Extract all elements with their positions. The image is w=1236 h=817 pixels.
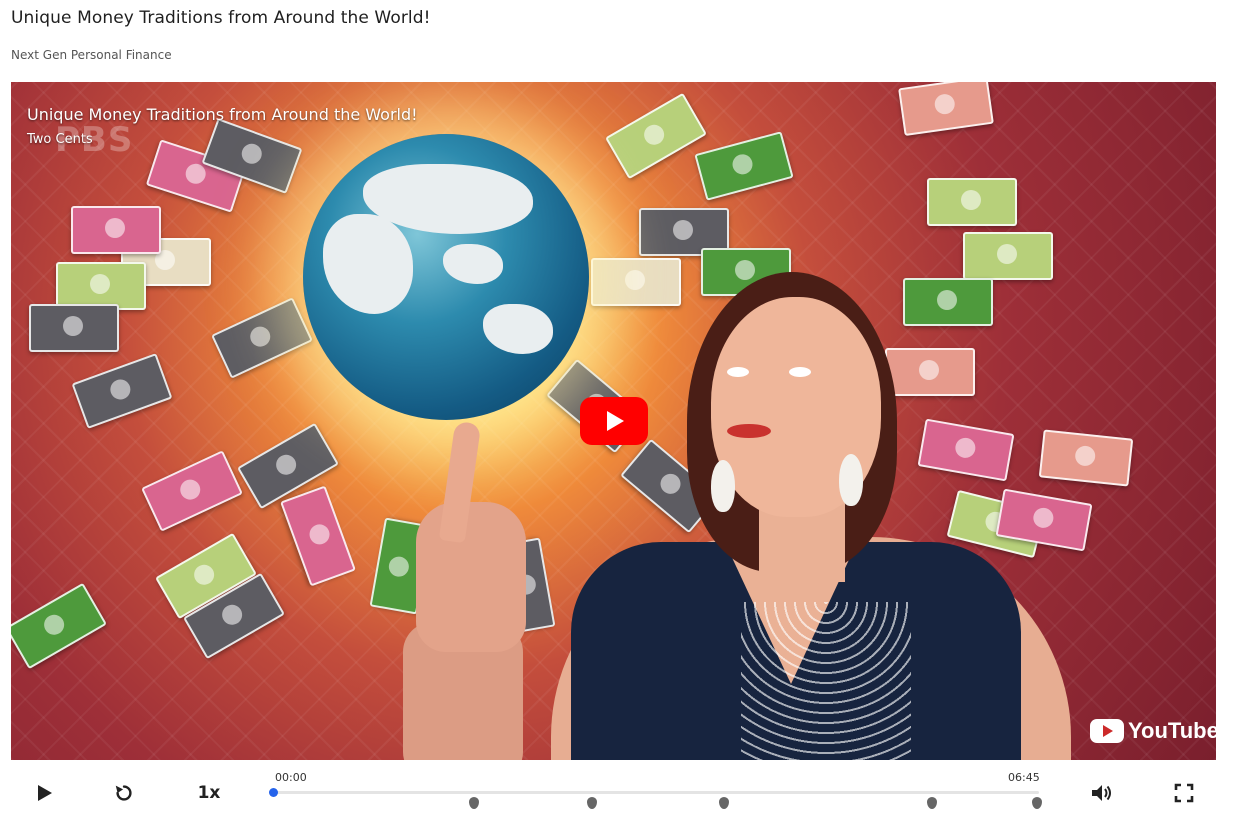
current-time: 00:00: [275, 771, 307, 784]
banknote-image: [903, 278, 993, 326]
volume-icon: [1092, 785, 1111, 801]
video-title[interactable]: Unique Money Traditions from Around the …: [27, 105, 418, 124]
chapter-marker[interactable]: [469, 797, 480, 809]
player-controls: 1x 00:00 06:45: [11, 760, 1216, 817]
page-subtitle: Next Gen Personal Finance: [11, 48, 172, 62]
video-player[interactable]: PBS Unique Money Traditions from Around …: [11, 82, 1216, 760]
fullscreen-icon: [1174, 783, 1194, 803]
banknote-image: [11, 582, 107, 670]
replay-button[interactable]: [113, 782, 135, 804]
dress-embroidery: [741, 602, 911, 760]
banknote-image: [211, 297, 313, 379]
play-overlay-button[interactable]: [580, 397, 648, 445]
video-channel[interactable]: Two Cents: [27, 132, 93, 147]
presenter-eye: [789, 367, 811, 377]
chapter-marker[interactable]: [926, 797, 937, 809]
youtube-wordmark: YouTube: [1128, 718, 1216, 743]
progress-handle[interactable]: [269, 788, 278, 797]
duration-time: 06:45: [1008, 771, 1040, 784]
banknote-image: [591, 258, 681, 306]
speed-button[interactable]: 1x: [195, 782, 223, 804]
play-icon: [38, 785, 52, 801]
banknote-image: [141, 450, 243, 532]
replay-icon: [115, 785, 132, 801]
banknote-image: [694, 131, 794, 201]
globe-image: [303, 134, 589, 420]
fullscreen-button[interactable]: [1173, 782, 1195, 804]
banknote-image: [1038, 429, 1134, 487]
banknote-image: [898, 82, 994, 137]
banknote-image: [280, 485, 356, 587]
play-button[interactable]: [33, 782, 55, 804]
youtube-icon: [1090, 719, 1124, 743]
earring-image: [839, 454, 863, 506]
speed-label: 1x: [197, 783, 221, 803]
earring-image: [711, 460, 735, 512]
presenter-hand: [416, 502, 526, 652]
page-title: Unique Money Traditions from Around the …: [11, 8, 431, 28]
banknote-image: [605, 92, 707, 180]
banknote-image: [56, 262, 146, 310]
progress-bar[interactable]: [269, 788, 1039, 797]
banknote-image: [917, 418, 1015, 482]
presenter-eye: [727, 367, 749, 377]
presenter-lips: [727, 424, 771, 438]
banknote-image: [885, 348, 975, 396]
youtube-logo[interactable]: YouTube: [1090, 718, 1216, 744]
banknote-image: [29, 304, 119, 352]
volume-button[interactable]: [1090, 782, 1114, 804]
banknote-image: [71, 353, 173, 429]
chapter-marker[interactable]: [719, 797, 730, 809]
chapter-marker[interactable]: [1031, 797, 1042, 809]
banknote-image: [71, 206, 161, 254]
banknote-image: [963, 232, 1053, 280]
banknote-image: [927, 178, 1017, 226]
chapter-marker[interactable]: [587, 797, 598, 809]
